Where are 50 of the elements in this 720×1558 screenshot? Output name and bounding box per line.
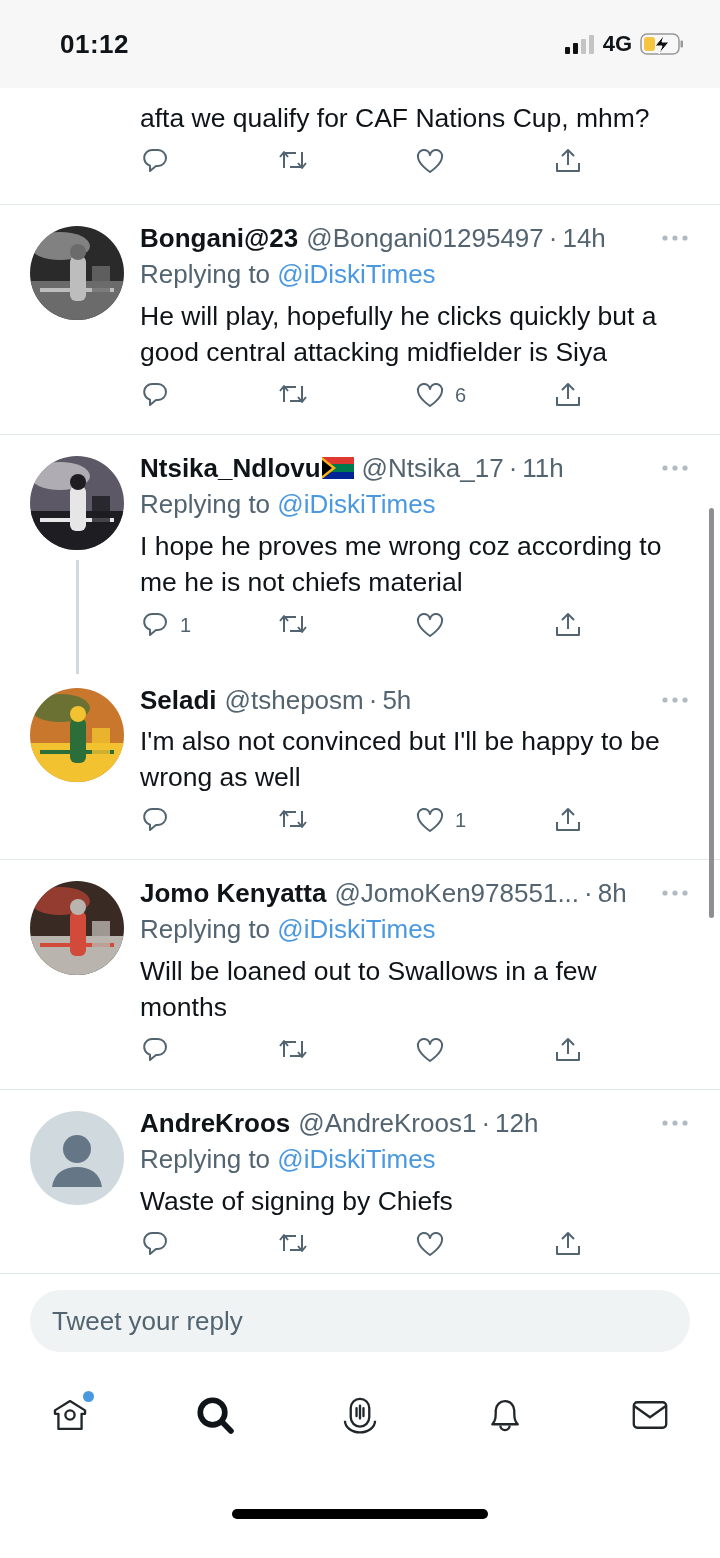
heart-icon[interactable] xyxy=(415,1230,445,1258)
replying-to-line: Replying to @iDiskiTimes xyxy=(140,258,437,291)
separator-dot: · xyxy=(584,877,593,909)
user-handle: @AndreKroos1 xyxy=(298,1107,477,1139)
user-handle: @Bongani01295497 xyxy=(306,222,544,254)
reply-icon[interactable] xyxy=(140,806,170,834)
user-name[interactable]: Seladi xyxy=(140,684,217,716)
tweet-time: 5h xyxy=(382,684,412,716)
reply-icon[interactable] xyxy=(140,381,170,409)
tweet-text: I hope he proves me wrong coz according to me he is not chiefs material xyxy=(140,530,663,599)
heart-icon[interactable] xyxy=(415,381,445,409)
avatar-icon xyxy=(30,1111,124,1205)
separator-dot: · xyxy=(508,452,518,484)
signal-icon xyxy=(564,34,595,54)
tweet-text: I'm also not convinced but I'll be happy to be wrong as well xyxy=(140,725,661,794)
user-name[interactable]: Bongani@23 xyxy=(140,222,299,254)
reply-icon[interactable] xyxy=(140,1230,170,1258)
heart-icon[interactable] xyxy=(415,611,445,639)
network-label: 4G xyxy=(602,31,632,57)
reply-icon[interactable] xyxy=(140,1036,170,1064)
tweet-text: afta we qualify for CAF Nations Cup, mhm? xyxy=(140,102,651,135)
user-name[interactable]: Jomo Kenyatta xyxy=(140,877,327,909)
tweet-time: 11h xyxy=(522,452,564,484)
reply-count: 1 xyxy=(180,613,192,637)
user-handle: @JomoKen978551... xyxy=(334,877,580,909)
tweet-time: 8h xyxy=(597,877,627,909)
replying-to-line: Replying to @iDiskiTimes xyxy=(140,1143,437,1176)
separator-dot: · xyxy=(368,684,378,716)
heart-icon[interactable] xyxy=(415,1036,445,1064)
like-count: 6 xyxy=(455,383,467,407)
heart-icon[interactable] xyxy=(415,147,445,175)
reply-input-field[interactable]: Tweet your reply xyxy=(30,1290,690,1352)
tweet-text: Waste of signing by Chiefs xyxy=(140,1185,454,1218)
heart-icon[interactable] xyxy=(415,806,445,834)
user-name[interactable]: AndreKroos xyxy=(140,1107,291,1139)
reply-icon[interactable] xyxy=(140,147,170,175)
tweet-time: 14h xyxy=(562,222,606,254)
tweet-time: 12h xyxy=(495,1107,539,1139)
like-count: 1 xyxy=(455,808,467,832)
tweet-text: Will be loaned out to Swallows in a few months xyxy=(140,955,598,1024)
status-time: 01:12 xyxy=(60,28,129,60)
tweet-text: He will play, hopefully he clicks quickly but a good central attacking midfielder is Siya xyxy=(140,300,658,369)
user-name[interactable]: Ntsika_Ndlovu xyxy=(140,452,321,484)
user-handle: @tsheposm xyxy=(224,684,364,716)
reply-icon[interactable] xyxy=(140,611,170,639)
user-handle: @Ntsika_17 xyxy=(361,452,504,484)
replying-to-line: Replying to @iDiskiTimes xyxy=(140,488,437,521)
separator-dot: · xyxy=(481,1107,491,1139)
replying-to-line: Replying to @iDiskiTimes xyxy=(140,913,437,946)
separator-dot: · xyxy=(548,222,558,254)
